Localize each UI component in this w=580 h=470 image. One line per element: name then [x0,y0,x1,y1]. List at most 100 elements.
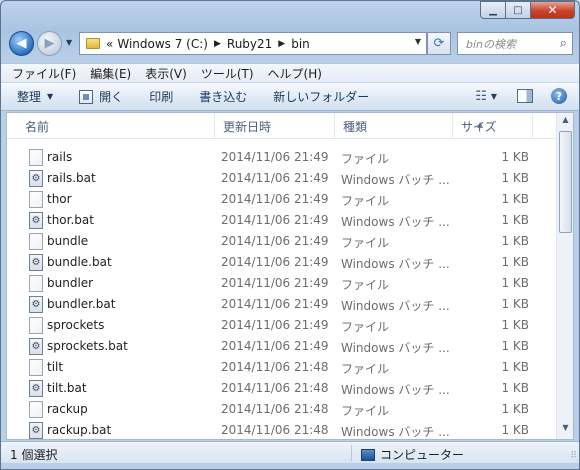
file-date: 2014/11/06 21:49 [221,192,329,206]
column-size[interactable]: サイズ [453,113,533,139]
search-placeholder: binの検索 [466,37,517,51]
file-size: 1 KB [501,423,529,437]
file-date: 2014/11/06 21:48 [221,360,329,374]
menu-file[interactable]: ファイル(F) [5,65,83,82]
column-header: 名前 更新日時 ▲ 種類 サイズ [7,113,557,139]
file-list: 名前 更新日時 ▲ 種類 サイズ rails 2014/11/06 21:49 ファ… [6,112,574,440]
close-button[interactable]: ✕ [531,1,575,19]
file-type: Windows バッチ ... [341,383,450,397]
view-dropdown-icon[interactable]: ▼ [491,92,497,101]
vertical-scrollbar[interactable]: ▲ ▼ [556,113,573,439]
table-row[interactable]: tilt 2014/11/06 21:48 ファイル 1 KB [7,357,557,378]
table-row[interactable]: ⚙ rails.bat 2014/11/06 21:49 Windows バッチ ..… [7,168,557,189]
file-icon [29,275,43,292]
column-type[interactable]: 種類 [335,113,453,139]
command-bar: 整理 ▼ 開く 印刷 書き込む 新しいフォルダー ☷ ▼ ? [1,83,579,111]
forward-button[interactable]: ▶ [37,31,62,56]
back-button[interactable]: ◀ [9,31,34,56]
file-type: ファイル [341,404,390,418]
file-name: bundle.bat [47,255,112,269]
file-date: 2014/11/06 21:49 [221,213,329,227]
new-folder-button[interactable]: 新しいフォルダー [273,88,369,105]
file-date: 2014/11/06 21:49 [221,297,329,311]
table-row[interactable]: ⚙ thor.bat 2014/11/06 21:49 Windows バッチ ...… [7,210,557,231]
address-bar[interactable]: « Windows 7 (C:) ▶ Ruby21 ▶ bin ▼ [79,32,427,55]
print-button[interactable]: 印刷 [149,88,173,105]
refresh-button[interactable]: ⟳ [427,32,451,55]
table-row[interactable]: rails 2014/11/06 21:49 ファイル 1 KB [7,147,557,168]
file-name: sprockets [47,318,105,332]
file-name: tilt.bat [47,381,87,395]
maximize-button[interactable]: □ [506,1,531,19]
table-row[interactable]: rackup 2014/11/06 21:48 ファイル 1 KB [7,399,557,420]
menu-view[interactable]: 表示(V) [138,65,194,82]
table-row[interactable]: bundle 2014/11/06 21:49 ファイル 1 KB [7,231,557,252]
scroll-up-icon[interactable]: ▲ [559,115,572,129]
resize-grip-icon[interactable]: ⠿ [570,451,577,461]
print-label: 印刷 [149,90,174,104]
file-name: rackup.bat [47,423,112,437]
breadcrumb: « Windows 7 (C:) ▶ Ruby21 ▶ bin [106,37,310,51]
open-label: 開く [99,90,124,104]
table-row[interactable]: bundler 2014/11/06 21:49 ファイル 1 KB [7,273,557,294]
breadcrumb-separator-icon[interactable]: ▶ [214,39,221,49]
breadcrumb-item-drive[interactable]: Windows 7 (C:) [117,37,208,51]
file-date: 2014/11/06 21:48 [221,402,329,416]
status-divider [351,445,352,461]
file-type: Windows バッチ ... [341,425,450,439]
breadcrumb-overflow[interactable]: « [106,37,113,51]
file-date: 2014/11/06 21:49 [221,171,329,185]
table-row[interactable]: ⚙ sprockets.bat 2014/11/06 21:49 Windows バッ… [7,336,557,357]
menu-edit[interactable]: 編集(E) [83,65,138,82]
help-icon[interactable]: ? [551,88,567,104]
breadcrumb-item-ruby21[interactable]: Ruby21 [227,37,272,51]
table-row[interactable]: ⚙ tilt.bat 2014/11/06 21:48 Windows バッチ ...… [7,378,557,399]
burn-button[interactable]: 書き込む [199,88,247,105]
folder-icon [86,38,100,49]
table-row[interactable]: ⚙ bundler.bat 2014/11/06 21:49 Windows バッチ … [7,294,557,315]
file-type: Windows バッチ ... [341,341,450,355]
search-icon[interactable]: ⌕ [560,36,567,51]
menu-tools[interactable]: ツール(T) [194,65,261,82]
file-type: Windows バッチ ... [341,215,450,229]
file-name: bundler.bat [47,297,116,311]
file-type: Windows バッチ ... [341,173,450,187]
scroll-down-icon[interactable]: ▼ [559,423,572,437]
column-date-modified[interactable]: 更新日時 ▲ [215,113,483,139]
file-date: 2014/11/06 21:49 [221,276,329,290]
breadcrumb-separator-icon[interactable]: ▶ [278,39,285,49]
view-options-icon[interactable]: ☷ [475,89,487,104]
organize-button[interactable]: 整理 ▼ [17,88,53,105]
file-type: Windows バッチ ... [341,299,450,313]
file-rows: rails 2014/11/06 21:49 ファイル 1 KB ⚙ rails.bat 2… [7,147,557,439]
batch-file-icon: ⚙ [29,254,43,271]
file-size: 1 KB [501,171,529,185]
breadcrumb-item-bin[interactable]: bin [291,37,310,51]
recent-pages-dropdown[interactable]: ▼ [66,38,72,47]
table-row[interactable]: sprockets 2014/11/06 21:49 ファイル 1 KB [7,315,557,336]
computer-icon [361,448,375,461]
file-size: 1 KB [501,213,529,227]
file-date: 2014/11/06 21:48 [221,423,329,437]
address-dropdown-icon[interactable]: ▼ [415,37,421,46]
preview-pane-icon[interactable] [517,89,533,103]
search-input[interactable]: binの検索 ⌕ [457,32,573,55]
batch-file-icon: ⚙ [29,422,43,439]
file-size: 1 KB [501,234,529,248]
table-row[interactable]: thor 2014/11/06 21:49 ファイル 1 KB [7,189,557,210]
scroll-thumb[interactable] [559,131,572,233]
table-row[interactable]: ⚙ rackup.bat 2014/11/06 21:48 Windows バッチ .… [7,420,557,439]
file-type: Windows バッチ ... [341,257,450,271]
column-date-label: 更新日時 [223,120,272,134]
file-date: 2014/11/06 21:48 [221,381,329,395]
table-row[interactable]: ⚙ bundle.bat 2014/11/06 21:49 Windows バッチ .… [7,252,557,273]
burn-label: 書き込む [199,90,248,104]
file-date: 2014/11/06 21:49 [221,318,329,332]
menu-help[interactable]: ヘルプ(H) [261,65,329,82]
open-button[interactable]: 開く [79,88,123,105]
batch-file-icon: ⚙ [29,212,43,229]
minimize-button[interactable]: ▁ [480,1,506,19]
file-date: 2014/11/06 21:49 [221,255,329,269]
column-name[interactable]: 名前 [17,113,215,139]
file-name: rails.bat [47,171,96,185]
